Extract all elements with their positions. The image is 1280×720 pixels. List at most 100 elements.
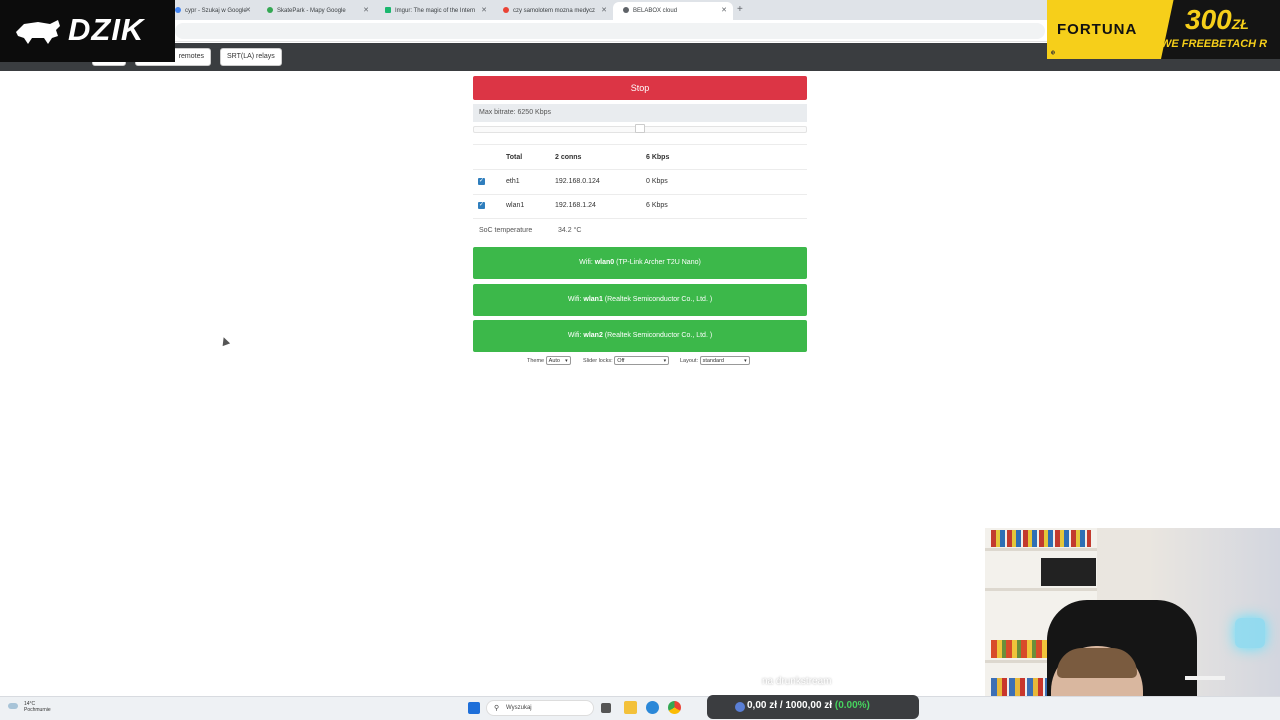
tab-google-search[interactable]: cypr - Szukaj w Google ✕ <box>165 2 257 20</box>
age-18-icon: ⓲ <box>1051 50 1055 55</box>
close-tab-icon[interactable]: ✕ <box>363 6 369 14</box>
iface-rate: 6 Kbps <box>646 202 668 209</box>
tab-maps[interactable]: SkatePark - Mapy Google ✕ <box>257 2 375 20</box>
close-tab-icon[interactable]: ✕ <box>481 6 487 14</box>
stream-caption: na drunkstream <box>762 676 832 687</box>
total-label: Total <box>506 154 523 161</box>
iface-ip: 192.168.0.124 <box>555 178 600 185</box>
bonus-number: 300 <box>1185 4 1232 35</box>
total-conns: 2 conns <box>555 154 582 161</box>
cans-row <box>991 530 1091 547</box>
windows-start-icon[interactable] <box>468 702 480 714</box>
close-tab-icon[interactable]: ✕ <box>245 6 251 14</box>
file-explorer-icon[interactable] <box>624 701 637 714</box>
wifi-prefix: Wifi: <box>579 259 595 266</box>
brand-name: DZIK <box>68 12 145 47</box>
close-tab-icon[interactable]: ✕ <box>601 6 607 14</box>
wifi-iface: wlan0 <box>594 259 615 266</box>
search-placeholder: Wyszukaj <box>506 705 532 711</box>
chrome-icon[interactable] <box>668 701 681 714</box>
layout-label: Layout: <box>680 357 699 364</box>
bonus-amount: 300ZŁ <box>1185 4 1249 36</box>
wifi-prefix: Wifi: <box>567 332 584 339</box>
bitrate-slider-handle[interactable] <box>635 124 645 133</box>
arrow-icon: / <box>779 700 783 711</box>
wifi-desc: (TP-Link Archer T2U Nano) <box>614 259 701 266</box>
wifi-wlan1-button[interactable]: Wifi: wlan1 (Realtek Semiconductor Co., … <box>473 284 807 316</box>
coin-icon <box>735 702 745 712</box>
table-divider <box>473 194 807 195</box>
balance-start: 0,00 zł <box>747 700 778 711</box>
imgur-favicon-icon <box>385 7 391 13</box>
balance-overlay: 0,00 zł / 1000,00 zł (0.00%) <box>707 695 919 719</box>
maps-favicon-icon <box>267 7 273 13</box>
close-tab-icon[interactable]: ✕ <box>721 6 727 14</box>
balance-end: 1000,00 zł <box>785 700 833 711</box>
layout-option: Layout: standard ▾ <box>680 356 750 365</box>
tab-imgur[interactable]: Imgur: The magic of the Intern ✕ <box>375 2 493 20</box>
wifi-iface: wlan2 <box>583 332 603 339</box>
stop-button[interactable]: Stop <box>473 76 807 100</box>
chevron-down-icon: ▾ <box>565 358 568 364</box>
shelf <box>985 548 1097 551</box>
wlan1-enable-checkbox[interactable]: ✓ <box>478 202 485 209</box>
layout-value: standard <box>702 358 724 364</box>
table-divider <box>473 169 807 170</box>
webcam-overlay <box>985 528 1280 720</box>
slider-locks-option: Slider locks: Off ▾ <box>583 356 670 365</box>
cloud-icon <box>8 703 18 709</box>
edge-icon[interactable] <box>646 701 659 714</box>
tab-belabox[interactable]: BELABOX cloud ✕ <box>613 2 733 20</box>
wifi-wlan0-button[interactable]: Wifi: wlan0 (TP-Link Archer T2U Nano) <box>473 247 807 279</box>
light-strip <box>1185 676 1225 680</box>
chevron-down-icon: ▾ <box>744 358 747 364</box>
soc-temperature-value: 34.2 °C <box>558 227 582 234</box>
dzik-logo-overlay: DZIK <box>0 0 175 62</box>
slider-locks-value: Off <box>617 358 625 364</box>
theme-value: Auto <box>548 358 560 364</box>
wifi-wlan2-button[interactable]: Wifi: wlan2 (Realtek Semiconductor Co., … <box>473 320 807 352</box>
iface-ip: 192.168.1.24 <box>555 202 596 209</box>
chevron-down-icon: ▾ <box>663 358 667 364</box>
srtla-relays-button[interactable]: SRT(LA) relays <box>220 48 282 66</box>
balance-percent: (0.00%) <box>834 700 870 711</box>
tab-google-query[interactable]: czy samolotem mozna medycz ✕ <box>493 2 613 20</box>
task-view-icon[interactable] <box>601 703 611 713</box>
slider-locks-select[interactable]: Off ▾ <box>614 356 670 365</box>
iface-name: wlan1 <box>506 202 525 209</box>
iface-rate: 0 Kbps <box>646 178 668 185</box>
neon-sign-icon <box>1235 618 1265 648</box>
tab-label: BELABOX cloud <box>633 8 678 14</box>
mouse-cursor-icon <box>219 335 231 347</box>
slider-locks-label: Slider locks: <box>583 357 613 364</box>
google-favicon-icon <box>175 7 181 13</box>
eth1-enable-checkbox[interactable]: ✓ <box>478 178 485 185</box>
wifi-prefix: Wifi: <box>567 296 584 303</box>
taskbar-search[interactable]: ⚲ Wyszukaj <box>486 700 594 716</box>
shelf <box>985 588 1097 591</box>
globe-favicon-icon <box>623 7 629 13</box>
wifi-desc: (Realtek Semiconductor Co., Ltd. ) <box>602 332 713 339</box>
fortuna-ad-overlay: FORTUNA 300ZŁ WE FREEBETACH R ⓲ <box>1047 0 1280 59</box>
wifi-desc: (Realtek Semiconductor Co., Ltd. ) <box>602 296 713 303</box>
table-divider <box>473 218 807 219</box>
tab-label: Imgur: The magic of the Intern <box>395 8 476 14</box>
monitor <box>1041 558 1096 586</box>
soc-temperature-label: SoC temperature <box>479 227 533 234</box>
bonus-subtitle: WE FREEBETACH R <box>1161 38 1268 50</box>
streamer-hair <box>1057 648 1137 678</box>
google-favicon-icon <box>503 7 509 13</box>
fortuna-name: FORTUNA <box>1057 21 1138 38</box>
tab-label: SkatePark - Mapy Google <box>277 8 346 14</box>
url-field[interactable] <box>175 23 1045 39</box>
table-divider <box>473 144 807 145</box>
wifi-iface: wlan1 <box>583 296 603 303</box>
theme-select[interactable]: Auto ▾ <box>545 356 571 365</box>
new-tab-icon[interactable]: + <box>737 4 743 15</box>
tab-label: czy samolotem mozna medycz <box>513 8 596 14</box>
windows-taskbar <box>0 696 1280 720</box>
layout-select[interactable]: standard ▾ <box>699 356 750 365</box>
weather-widget[interactable]: 14°C Pochmurnie <box>8 701 51 713</box>
theme-option: Theme Auto ▾ <box>527 356 571 365</box>
tab-label: cypr - Szukaj w Google <box>185 8 247 14</box>
